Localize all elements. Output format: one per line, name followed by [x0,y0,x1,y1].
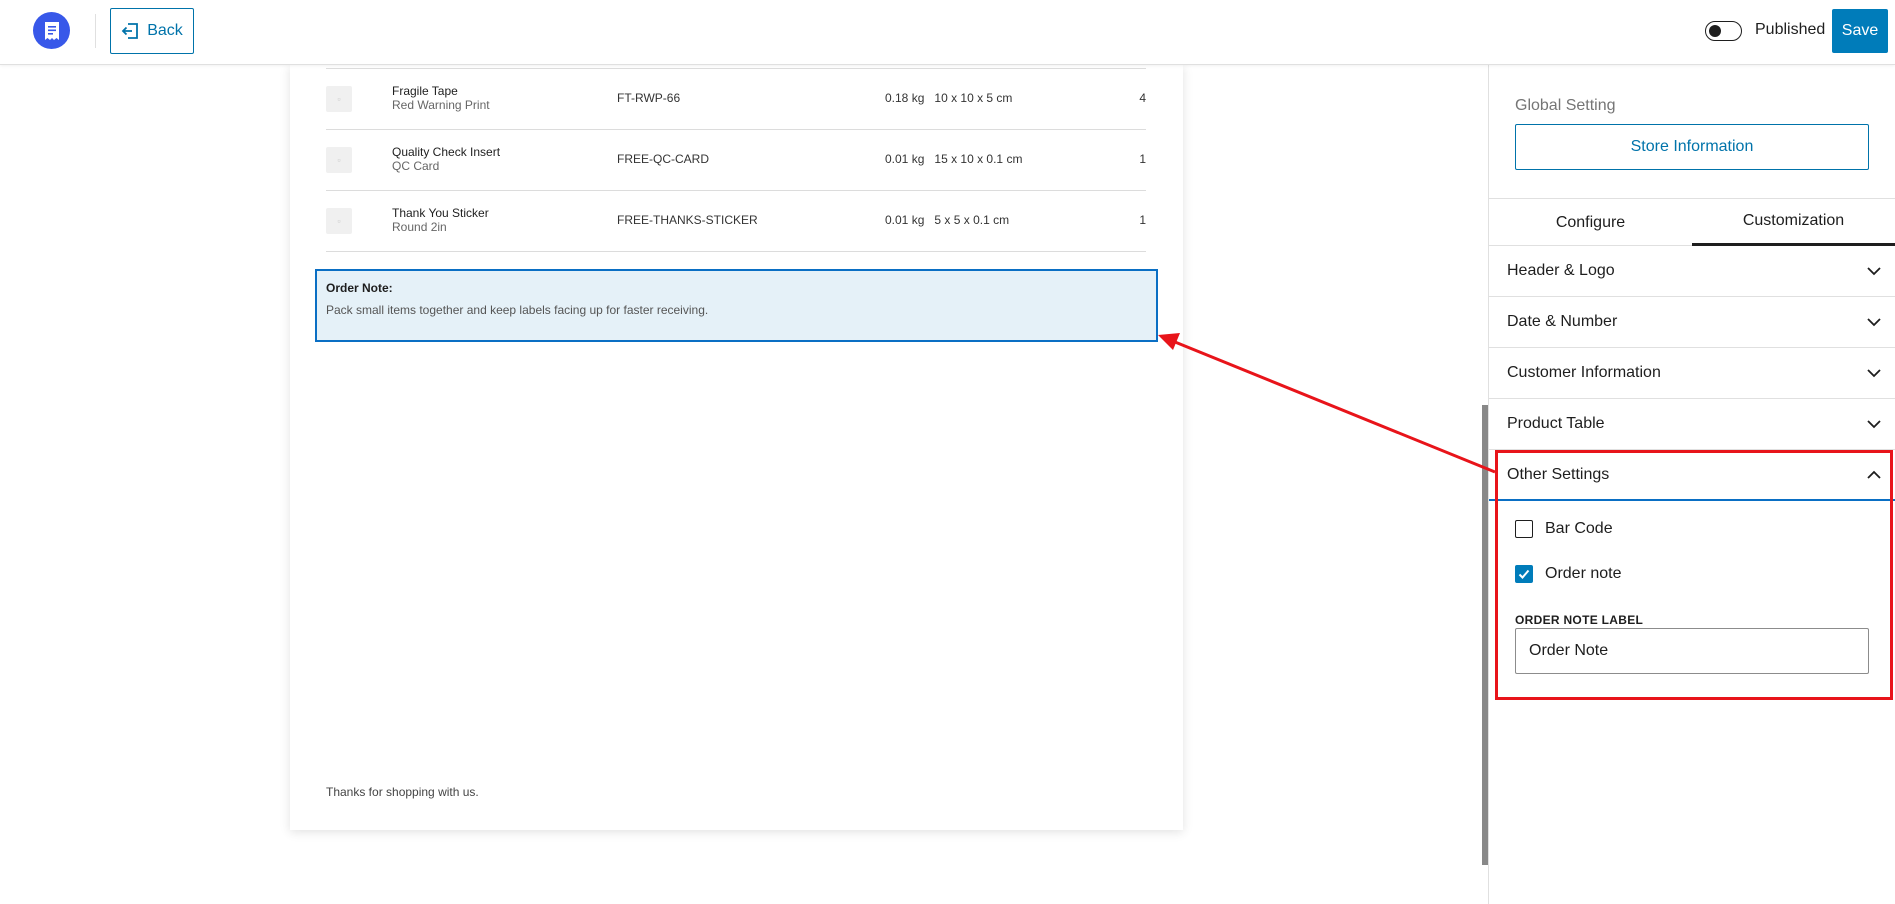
order-note-text: Pack small items together and keep label… [326,303,709,317]
product-dimensions: 5 x 5 x 0.1 cm [934,213,1010,227]
chevron-down-icon [1867,420,1881,429]
order-note-checkbox[interactable] [1515,565,1533,583]
panel-title: Header & Logo [1507,262,1615,279]
product-dimensions: 10 x 10 x 5 cm [934,91,1013,105]
product-weight-dimensions: 0.01 kg 15 x 10 x 0.1 cm [885,152,1022,166]
product-weight-dimensions: 0.01 kg 5 x 5 x 0.1 cm [885,213,1009,227]
tab-configure[interactable]: Configure [1489,199,1692,246]
panel-title: Other Settings [1507,465,1610,483]
panel-title: Product Table [1507,415,1605,432]
back-button[interactable]: Back [110,8,194,54]
chevron-down-icon [1867,318,1881,327]
top-bar: Back Published Save [0,0,1895,65]
product-name: Fragile Tape [392,84,458,98]
panel-header-logo[interactable]: Header & Logo [1489,246,1895,297]
global-setting-label: Global Setting [1515,97,1616,114]
chevron-down-icon [1867,267,1881,276]
table-row: ▫ Quality Check Insert QC Card FREE-QC-C… [326,130,1146,191]
back-arrow-icon [121,23,139,39]
product-name: Quality Check Insert [392,145,501,159]
product-weight: 0.01 kg [885,213,925,227]
product-image-placeholder: ▫ [326,86,352,112]
product-name: Thank You Sticker [392,206,489,220]
table-row: ▫ Thank You Sticker Round 2in FREE-THANK… [326,191,1146,252]
toolbar-divider [95,14,96,48]
product-weight: 0.18 kg [885,91,925,105]
product-sku: FREE-QC-CARD [617,152,709,166]
option-label: Order note [1545,565,1622,582]
product-sku: FT-RWP-66 [617,91,681,105]
product-variant: QC Card [392,159,440,173]
option-label: Bar Code [1545,520,1613,537]
app-logo-icon[interactable] [33,12,70,49]
receipt-icon [44,21,59,40]
published-label: Published [1755,21,1826,38]
panel-title: Customer Information [1507,364,1661,381]
product-qty: 1 [1139,213,1146,227]
option-bar-code[interactable]: Bar Code [1515,520,1613,538]
toggle-knob [1709,25,1721,37]
panel-customer-information[interactable]: Customer Information [1489,348,1895,399]
checkmark-icon [1518,569,1530,579]
sidebar-tabs: Configure Customization [1489,199,1895,246]
product-qty: 1 [1139,152,1146,166]
product-variant: Red Warning Print [392,98,490,112]
panel-date-number[interactable]: Date & Number [1489,297,1895,348]
back-button-label: Back [147,22,183,39]
product-sku: FREE-THANKS-STICKER [617,213,758,227]
option-order-note[interactable]: Order note [1515,565,1621,583]
product-weight-dimensions: 0.18 kg 10 x 10 x 5 cm [885,91,1012,105]
product-image-placeholder: ▫ [326,147,352,173]
panel-title: Date & Number [1507,313,1618,330]
product-variant: Round 2in [392,220,447,234]
packing-slip-preview: ▫ Fragile Tape Red Warning Print FT-RWP-… [290,65,1183,830]
published-toggle[interactable] [1705,21,1742,41]
chevron-down-icon [1867,369,1881,378]
footer-message: Thanks for shopping with us. [326,785,479,799]
tab-customization[interactable]: Customization [1692,199,1895,246]
product-weight: 0.01 kg [885,152,925,166]
order-note-label-title: ORDER NOTE LABEL [1515,613,1644,627]
product-image-placeholder: ▫ [326,208,352,234]
chevron-up-icon [1867,470,1881,479]
preview-canvas: ▫ Fragile Tape Red Warning Print FT-RWP-… [0,65,1482,904]
order-note-box[interactable]: Order Note: Pack small items together an… [315,269,1158,342]
panel-product-table[interactable]: Product Table [1489,399,1895,450]
table-row: ▫ Fragile Tape Red Warning Print FT-RWP-… [326,69,1146,130]
product-qty: 4 [1139,91,1146,105]
product-dimensions: 15 x 10 x 0.1 cm [934,152,1023,166]
panel-other-settings[interactable]: Other Settings [1489,450,1895,501]
store-information-button[interactable]: Store Information [1515,124,1869,170]
bar-code-checkbox[interactable] [1515,520,1533,538]
settings-sidebar: Global Setting Store Information Configu… [1488,65,1895,904]
order-note-label-input[interactable] [1515,628,1869,674]
order-note-title: Order Note: [326,281,393,295]
save-button[interactable]: Save [1832,9,1888,53]
